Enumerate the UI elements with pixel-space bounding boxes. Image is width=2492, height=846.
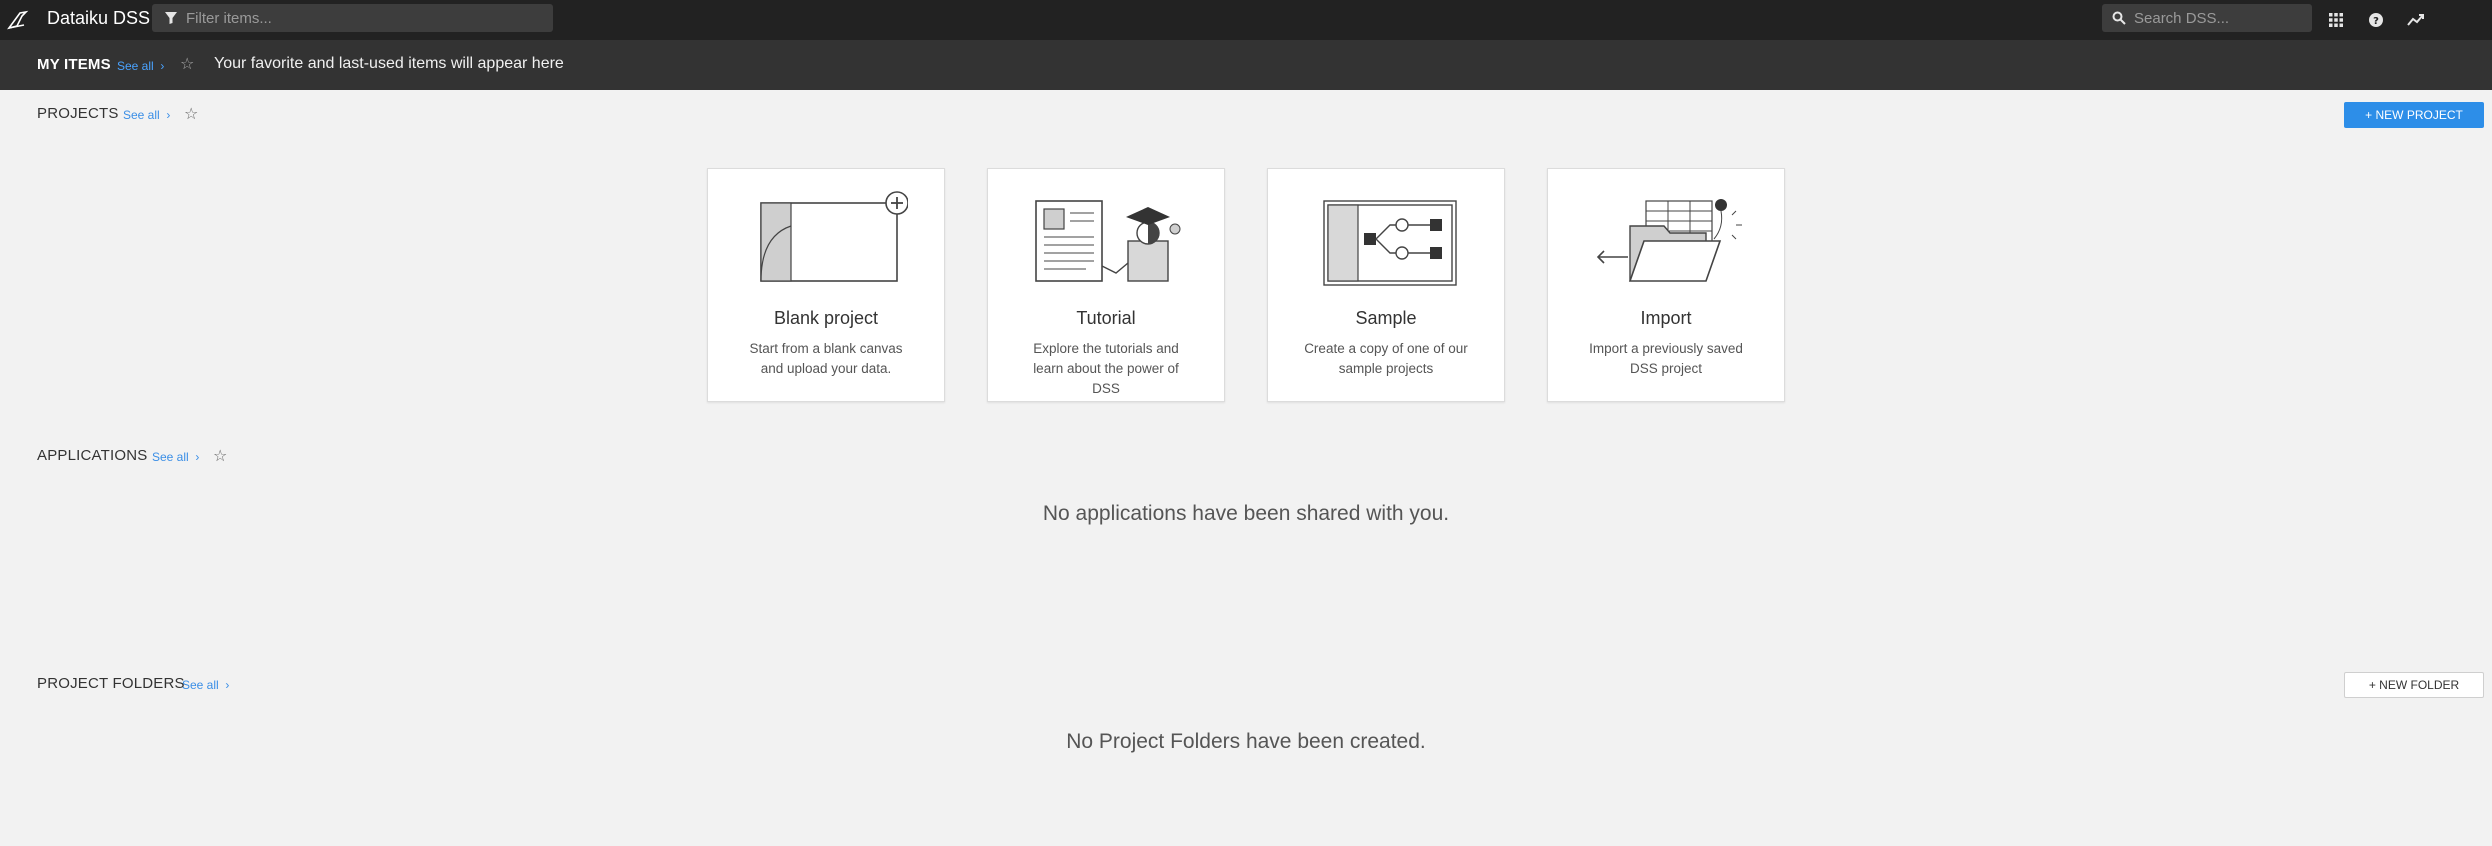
project-folders-section-title: PROJECT FOLDERS (37, 675, 185, 692)
activity-trend-icon[interactable] (2406, 10, 2426, 30)
card-description: Start from a blank canvas and upload you… (749, 341, 903, 376)
blank-canvas-icon (760, 191, 908, 282)
my-items-title: MY ITEMS (37, 56, 111, 73)
tutorial-graduate-icon (1035, 200, 1181, 282)
search-dss-box[interactable] (2102, 4, 2312, 32)
project-folders-see-all-link[interactable]: See all › (182, 678, 229, 692)
sample-flow-icon (1323, 200, 1457, 286)
see-all-label: See all (123, 108, 160, 122)
search-icon (2112, 11, 2126, 25)
new-project-button[interactable]: + NEW PROJECT (2344, 102, 2484, 128)
card-title: Sample (1355, 308, 1417, 328)
projects-section-title: PROJECTS (37, 105, 119, 122)
projects-see-all-link[interactable]: See all › (123, 108, 170, 122)
top-navigation-bar: Dataiku DSS ? (0, 0, 2492, 40)
import-folder-icon (1596, 199, 1742, 282)
sample-card[interactable]: Sample Create a copy of one of our sampl… (1267, 168, 1505, 402)
my-items-message: Your favorite and last-used items will a… (214, 55, 564, 72)
help-icon[interactable]: ? (2366, 10, 2386, 30)
filter-items-input[interactable] (186, 9, 526, 27)
chevron-right-icon: › (192, 450, 200, 464)
card-title: Import (1640, 308, 1692, 328)
applications-section-title: APPLICATIONS (37, 447, 148, 464)
star-icon[interactable]: ☆ (180, 54, 194, 74)
chevron-right-icon: › (222, 678, 230, 692)
my-items-see-all-link[interactable]: See all › (117, 59, 164, 73)
blank-project-card[interactable]: Blank project Start from a blank canvas … (707, 168, 945, 402)
filter-icon (165, 12, 177, 24)
applications-favorite-star-icon[interactable]: ☆ (213, 446, 227, 466)
import-card[interactable]: Import Import a previously saved DSS pro… (1547, 168, 1785, 402)
chevron-right-icon: › (157, 59, 165, 73)
filter-items-box[interactable] (152, 4, 553, 32)
card-description: Import a previously saved DSS project (1589, 341, 1743, 376)
see-all-label: See all (152, 450, 189, 464)
app-title[interactable]: Dataiku DSS (47, 8, 150, 29)
project-folders-empty-message: No Project Folders have been created. (1066, 730, 1426, 753)
applications-see-all-link[interactable]: See all › (152, 450, 199, 464)
applications-empty-message: No applications have been shared with yo… (1042, 502, 1450, 525)
tutorial-card[interactable]: Tutorial Explore the tutorials and learn… (987, 168, 1225, 402)
see-all-label: See all (182, 678, 219, 692)
card-title: Tutorial (1076, 308, 1136, 328)
card-title: Blank project (773, 308, 879, 328)
card-description: Create a copy of one of our sample proje… (1304, 341, 1468, 376)
search-dss-input[interactable] (2134, 9, 2304, 27)
see-all-label: See all (117, 59, 154, 73)
chevron-right-icon: › (163, 108, 171, 122)
dataiku-bird-logo-icon[interactable] (6, 8, 30, 32)
card-description: Explore the tutorials and learn about th… (1033, 341, 1179, 396)
projects-favorite-star-icon[interactable]: ☆ (184, 104, 198, 124)
my-items-bar: MY ITEMS See all › ☆ Your favorite and l… (0, 40, 2492, 90)
apps-grid-icon[interactable] (2326, 10, 2346, 30)
new-folder-button[interactable]: + NEW FOLDER (2344, 672, 2484, 698)
svg-text:?: ? (2373, 16, 2379, 27)
